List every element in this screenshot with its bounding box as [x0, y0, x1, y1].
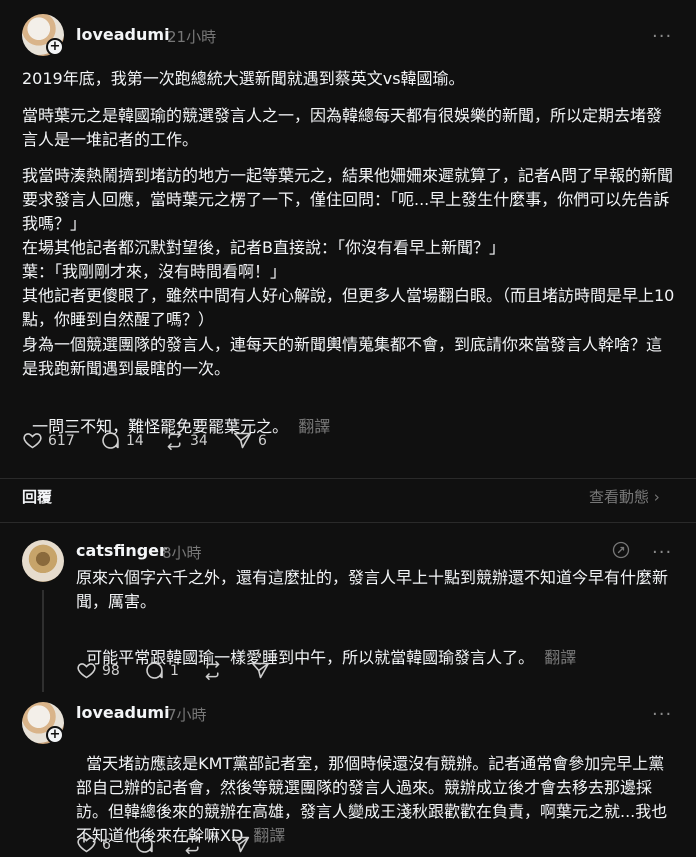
- reply-username[interactable]: loveadumi: [76, 703, 170, 722]
- share-count: 6: [258, 432, 267, 449]
- like-count: 6: [102, 836, 111, 853]
- comment-icon: [136, 836, 153, 853]
- heart-icon: [23, 433, 42, 449]
- comment-button[interactable]: 14: [100, 430, 144, 451]
- divider: [0, 522, 696, 523]
- view-activity-link[interactable]: 查看動態 ›: [589, 486, 660, 507]
- divider: [0, 478, 696, 479]
- heart-icon: [77, 663, 96, 679]
- comment-count: 14: [126, 432, 144, 449]
- replies-label[interactable]: 回覆: [22, 486, 52, 507]
- reply-username[interactable]: catsfinger: [76, 541, 167, 560]
- avatar[interactable]: [22, 540, 64, 582]
- repost-icon: [167, 430, 182, 451]
- share-button[interactable]: [230, 834, 251, 855]
- reply-paragraph: 原來六個字六千之外，還有這麼扯的，發言人早上十點到競辦還不知道今早有什麼新聞，厲…: [76, 568, 669, 611]
- post-username[interactable]: loveadumi: [76, 25, 170, 44]
- more-options-icon[interactable]: ···: [652, 28, 672, 46]
- repost-button[interactable]: [202, 660, 223, 681]
- post-paragraph-1: 2019年底，我第一次跑總統大選新聞就遇到蔡英文vs韓國瑜。: [22, 69, 465, 88]
- post-paragraph-2: 當時葉元之是韓國瑜的競選發言人之一，因為韓總每天都有很娛樂的新聞，所以定期去堵發…: [22, 106, 663, 149]
- like-button[interactable]: 98: [76, 660, 120, 681]
- reply-paragraph-text: 當天堵訪應該是KMT黨部記者室，那個時候還沒有競辦。記者通常會參加完早上黨部自己…: [76, 754, 668, 845]
- edit-icon[interactable]: [611, 540, 631, 564]
- repost-button[interactable]: 34: [164, 430, 208, 451]
- comment-button[interactable]: 1: [144, 660, 179, 681]
- comment-icon: [102, 432, 119, 449]
- reply-time: 7小時: [167, 706, 207, 724]
- repost-icon: [205, 660, 220, 681]
- like-button[interactable]: 6: [76, 834, 111, 855]
- like-count: 617: [48, 432, 75, 449]
- translate-link[interactable]: 翻譯: [544, 648, 576, 667]
- comment-icon: [146, 662, 163, 679]
- share-button[interactable]: [250, 660, 271, 681]
- post-time: 21小時: [167, 28, 217, 46]
- share-icon: [231, 836, 250, 853]
- heart-icon: [77, 837, 96, 853]
- translate-link[interactable]: 翻譯: [253, 826, 285, 845]
- post-paragraph-3: 我當時湊熱鬧擠到堵訪的地方一起等葉元之，結果他姍姍來遲就算了，記者A問了早報的新…: [22, 166, 675, 329]
- repost-icon: [185, 834, 200, 855]
- repost-button[interactable]: [182, 834, 203, 855]
- post-paragraph-4: 身為一個競選團隊的發言人，連每天的新聞輿情蒐集都不會，到底請你來當發言人幹啥？這…: [22, 335, 663, 378]
- follow-plus-icon[interactable]: +: [46, 726, 64, 744]
- share-icon: [233, 432, 252, 449]
- like-count: 98: [102, 662, 120, 679]
- reply-paragraph: 當天堵訪應該是KMT黨部記者室，那個時候還沒有競辦。記者通常會參加完早上黨部自己…: [76, 728, 676, 848]
- share-button[interactable]: 6: [232, 430, 267, 451]
- more-options-icon[interactable]: ···: [652, 544, 672, 562]
- reply-time: 8小時: [162, 544, 202, 562]
- like-button[interactable]: 617: [22, 430, 75, 451]
- share-icon: [251, 662, 270, 679]
- more-options-icon[interactable]: ···: [652, 706, 672, 724]
- repost-count: 34: [190, 432, 208, 449]
- thread-line: [42, 590, 44, 692]
- follow-plus-icon[interactable]: +: [46, 38, 64, 56]
- comment-button[interactable]: [134, 834, 155, 855]
- comment-count: 1: [170, 662, 179, 679]
- translate-link[interactable]: 翻譯: [298, 417, 330, 436]
